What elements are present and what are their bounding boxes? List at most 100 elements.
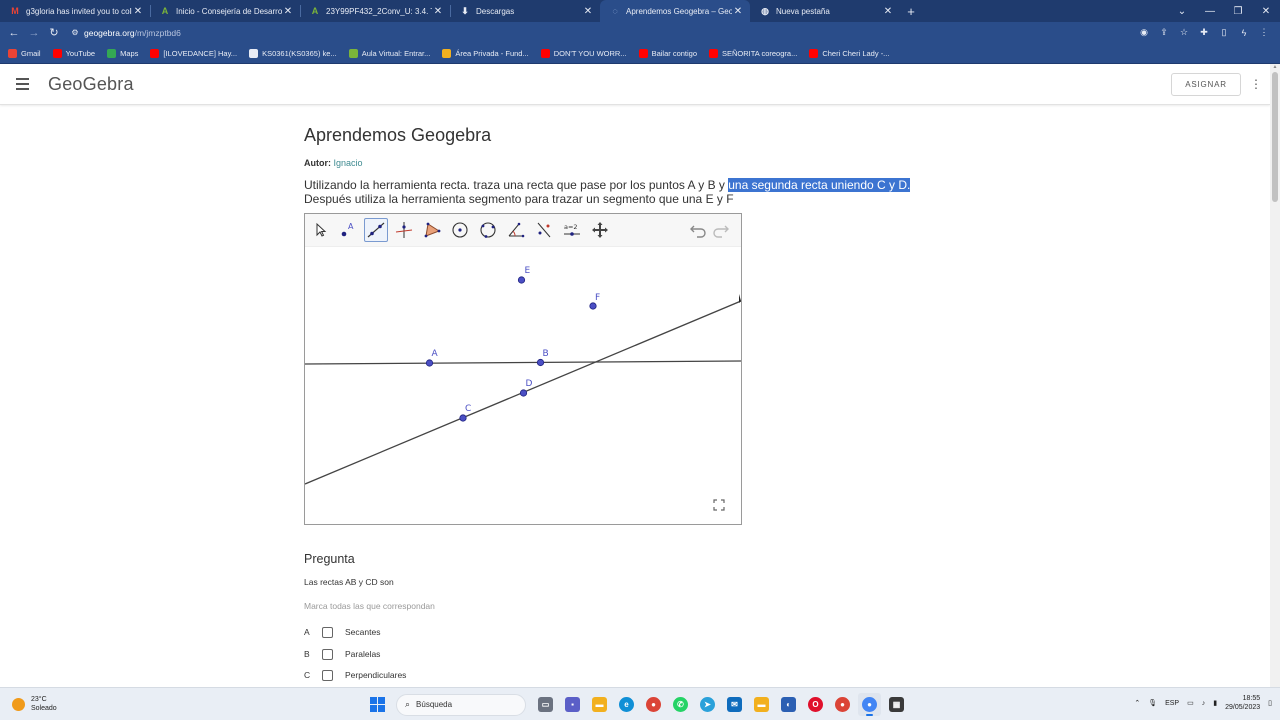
task-view-icon[interactable]: ▭ xyxy=(534,693,557,716)
close-tab-icon[interactable]: ✕ xyxy=(582,6,594,17)
bookmark-item[interactable]: Cheri Cheri Lady -... xyxy=(809,48,889,58)
browser-tab[interactable]: ◍ Nueva pestaña ✕ xyxy=(750,0,900,22)
fullscreen-icon[interactable] xyxy=(711,497,727,513)
line-tool-icon[interactable] xyxy=(364,218,388,242)
undo-icon[interactable] xyxy=(689,222,707,238)
bookmark-item[interactable]: Área Privada - Fund... xyxy=(442,48,529,58)
chrome-active-icon[interactable]: ● xyxy=(858,693,881,716)
bookmark-item[interactable]: Maps xyxy=(107,48,138,58)
reload-icon[interactable]: ↻ xyxy=(44,23,64,43)
bookmark-item[interactable]: YouTube xyxy=(52,48,95,58)
teams-icon[interactable]: ▪ xyxy=(561,693,584,716)
option-checkbox[interactable] xyxy=(322,669,333,681)
minimize-icon[interactable]: — xyxy=(1196,0,1224,22)
close-window-icon[interactable]: ✕ xyxy=(1252,0,1280,22)
restore-icon[interactable]: ❐ xyxy=(1224,0,1252,22)
telegram-icon[interactable]: ➤ xyxy=(696,693,719,716)
line-ab[interactable] xyxy=(305,360,741,365)
close-tab-icon[interactable]: ✕ xyxy=(732,6,744,17)
browser-tab-active[interactable]: ◌ Aprendemos Geogebra – GeoGe... ✕ xyxy=(600,0,750,22)
bookmark-item[interactable]: SEÑORITA coreogra... xyxy=(709,48,797,58)
share-icon[interactable]: ⇪ xyxy=(1156,27,1172,38)
point-f[interactable]: F xyxy=(589,293,600,310)
bookmark-item[interactable]: [ILOVEDANCE] Hay... xyxy=(150,48,237,58)
point-b[interactable]: B xyxy=(536,349,549,367)
back-icon[interactable]: ← xyxy=(4,23,24,43)
mail-icon[interactable]: ✉ xyxy=(723,693,746,716)
bookmark-item[interactable]: KS0361(KS0365) ke... xyxy=(249,48,337,58)
browser-tab[interactable]: A Inicio - Consejería de Desarrollo ... … xyxy=(150,0,300,22)
page-scrollbar[interactable]: ▲ xyxy=(1270,64,1280,687)
answer-option-paralelas[interactable]: B Paralelas xyxy=(304,647,380,661)
circle-three-points-tool-icon[interactable] xyxy=(476,218,500,242)
bookmark-item[interactable]: Bailar contigo xyxy=(638,48,697,58)
circle-center-point-tool-icon[interactable] xyxy=(448,218,472,242)
browser-tab[interactable]: M g3gloria has invited you to colla... ✕ xyxy=(0,0,150,22)
author-link[interactable]: Ignacio xyxy=(334,158,363,168)
graphics-view[interactable]: E F A B C D xyxy=(305,214,741,524)
network-icon[interactable]: ▭ xyxy=(1187,699,1194,707)
browser-tab[interactable]: ⬇ Descargas ✕ xyxy=(450,0,600,22)
side-panel-icon[interactable]: ▯ xyxy=(1216,27,1232,38)
close-tab-icon[interactable]: ✕ xyxy=(882,6,894,17)
address-bar[interactable]: ⚙ geogebra.org/m/jmzptbd6 xyxy=(66,24,1126,41)
hamburger-menu-icon[interactable] xyxy=(16,78,29,90)
weather-widget[interactable]: 23°C Soleado xyxy=(12,695,57,713)
site-info-icon[interactable]: ⚙ xyxy=(66,28,84,37)
geogebra-logo[interactable]: GeoGebra xyxy=(48,74,134,95)
bookmark-star-icon[interactable]: ☆ xyxy=(1176,27,1192,38)
chrome-profile-icon[interactable]: ● xyxy=(831,693,854,716)
answer-option-secantes[interactable]: A Secantes xyxy=(304,625,380,639)
notifications-icon[interactable]: ▯ xyxy=(1268,699,1272,707)
folder-icon[interactable]: ▬ xyxy=(750,693,773,716)
clock[interactable]: 18:55 29/05/2023 xyxy=(1225,694,1260,712)
browser-tab[interactable]: A 23Y99PF432_2Conv_U: 3.4. TAREA ✕ xyxy=(300,0,450,22)
polygon-tool-icon[interactable] xyxy=(420,218,444,242)
move-graphics-view-tool-icon[interactable] xyxy=(588,218,612,242)
bookmark-item[interactable]: DON'T YOU WORR... xyxy=(540,48,627,58)
google-lens-icon[interactable]: ◉ xyxy=(1136,27,1152,38)
option-checkbox[interactable] xyxy=(322,626,333,638)
forward-icon[interactable]: → xyxy=(24,23,44,43)
scrollbar-thumb[interactable] xyxy=(1272,72,1278,202)
microphone-icon[interactable]: 🎙 xyxy=(1148,699,1157,707)
whatsapp-icon[interactable]: ✆ xyxy=(669,693,692,716)
redo-icon[interactable] xyxy=(712,222,730,238)
point-tool-icon[interactable]: A xyxy=(336,218,360,242)
extensions-icon[interactable]: ✚ xyxy=(1196,27,1212,38)
bookmark-item[interactable]: Gmail xyxy=(8,48,41,58)
volume-icon[interactable]: ♪ xyxy=(1202,700,1206,707)
file-explorer-icon[interactable]: ▬ xyxy=(588,693,611,716)
windows-start-icon[interactable] xyxy=(366,694,388,716)
point-e[interactable]: E xyxy=(517,266,531,284)
move-tool-icon[interactable] xyxy=(308,218,332,242)
point-c[interactable]: C xyxy=(459,404,471,422)
geogebra-applet[interactable]: E F A B C D A a=2 xyxy=(304,213,742,525)
menu-icon[interactable]: ⋮ xyxy=(1256,27,1272,38)
chrome-icon[interactable]: ● xyxy=(642,693,665,716)
new-tab-button[interactable]: + xyxy=(900,0,922,22)
assign-button[interactable]: ASIGNAR xyxy=(1171,73,1241,96)
tab-search-icon[interactable]: ⌄ xyxy=(1168,0,1196,22)
close-tab-icon[interactable]: ✕ xyxy=(432,6,444,17)
more-options-icon[interactable]: ⋮ xyxy=(1250,76,1262,92)
scroll-up-icon[interactable]: ▲ xyxy=(1272,64,1278,70)
taskbar-search[interactable]: ⌕ Búsqueda xyxy=(396,693,526,716)
language-indicator[interactable]: ESP xyxy=(1165,700,1179,707)
answer-option-perpendiculares[interactable]: C Perpendiculares xyxy=(304,668,406,682)
edge-icon[interactable]: e xyxy=(615,693,638,716)
battery-icon[interactable]: ▮ xyxy=(1213,699,1217,707)
opera-icon[interactable]: O xyxy=(804,693,827,716)
point-d[interactable]: D xyxy=(519,379,533,397)
chevron-up-icon[interactable]: ⌃ xyxy=(1134,699,1140,707)
perpendicular-line-tool-icon[interactable] xyxy=(392,218,416,242)
calculator-icon[interactable]: ▦ xyxy=(885,693,908,716)
profile-icon[interactable]: ϟ xyxy=(1236,28,1252,38)
close-tab-icon[interactable]: ✕ xyxy=(132,6,144,17)
angle-tool-icon[interactable] xyxy=(504,218,528,242)
reflect-about-line-tool-icon[interactable] xyxy=(532,218,556,242)
close-tab-icon[interactable]: ✕ xyxy=(282,6,294,17)
option-checkbox[interactable] xyxy=(322,648,333,660)
adobe-icon[interactable]: ◐ xyxy=(777,693,800,716)
bookmark-item[interactable]: Aula Virtual: Entrar... xyxy=(348,48,430,58)
